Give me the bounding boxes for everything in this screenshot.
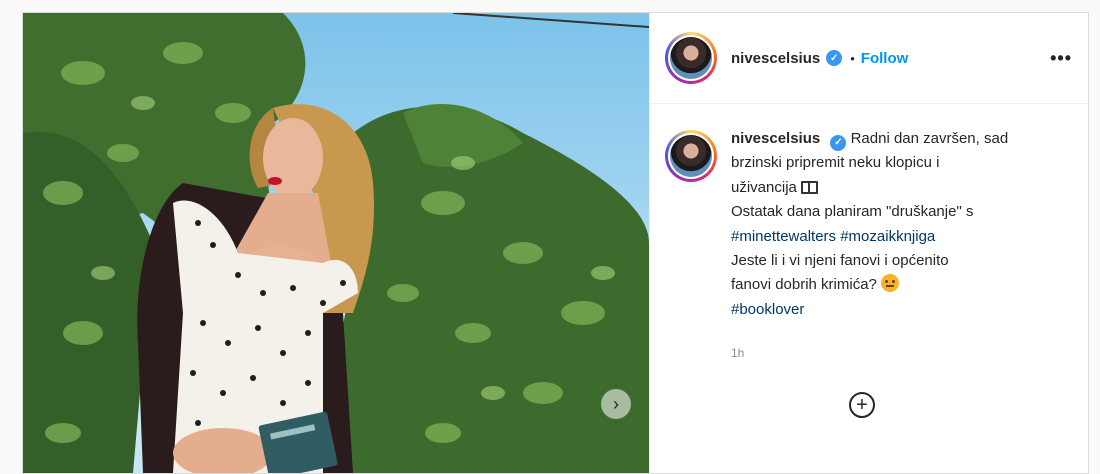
avatar[interactable] (665, 32, 717, 84)
caption-username[interactable]: nivescelsius (731, 130, 820, 147)
header-username[interactable]: nivescelsius (731, 50, 820, 67)
carousel-next-icon[interactable]: › (601, 389, 631, 419)
caption-line-1: Radni dan završen, sad (850, 130, 1009, 147)
follow-button[interactable]: Follow (861, 50, 909, 67)
caption-line-6: Jeste li i vi njeni fanovi i općenito (731, 252, 949, 270)
post-photo[interactable]: › (23, 13, 649, 473)
verified-badge-icon: ✓ (830, 135, 847, 152)
separator-dot: • (850, 50, 855, 66)
hashtag-links[interactable]: #minettewalters #mozaikknjiga (731, 228, 935, 245)
avatar-photo (670, 37, 712, 79)
caption-line-3: uživancija (731, 178, 797, 196)
photo-illustration (23, 13, 649, 473)
caption-line-7: fanovi dobrih krimića? (731, 276, 877, 294)
caption-section: nivescelsius ✓ Radni dan završen, sad br… (650, 104, 1088, 322)
book-emoji-icon (800, 180, 818, 194)
post-sidebar: nivescelsius ✓ • Follow ••• nivescelsius… (649, 13, 1088, 473)
caption-text: nivescelsius ✓ Radni dan završen, sad br… (731, 127, 1061, 322)
hashtag-booklover[interactable]: #booklover (731, 301, 804, 318)
post-header: nivescelsius ✓ • Follow ••• (650, 13, 1088, 104)
caption-avatar[interactable] (665, 130, 717, 182)
caption-line-2: brzinski pripremit neku klopicu i (731, 154, 940, 172)
verified-badge-icon: ✓ (826, 50, 843, 66)
more-options-icon[interactable]: ••• (1050, 48, 1072, 69)
thinking-emoji-icon (880, 274, 899, 293)
post-timestamp[interactable]: 1h (731, 346, 1088, 360)
caption-line-4: Ostatak dana planiram "druškanje" s (731, 203, 974, 221)
add-icon[interactable]: + (849, 392, 875, 419)
avatar-photo (670, 135, 712, 177)
instagram-post: › nivescelsius ✓ • Follow ••• nivescelsi… (22, 12, 1089, 474)
